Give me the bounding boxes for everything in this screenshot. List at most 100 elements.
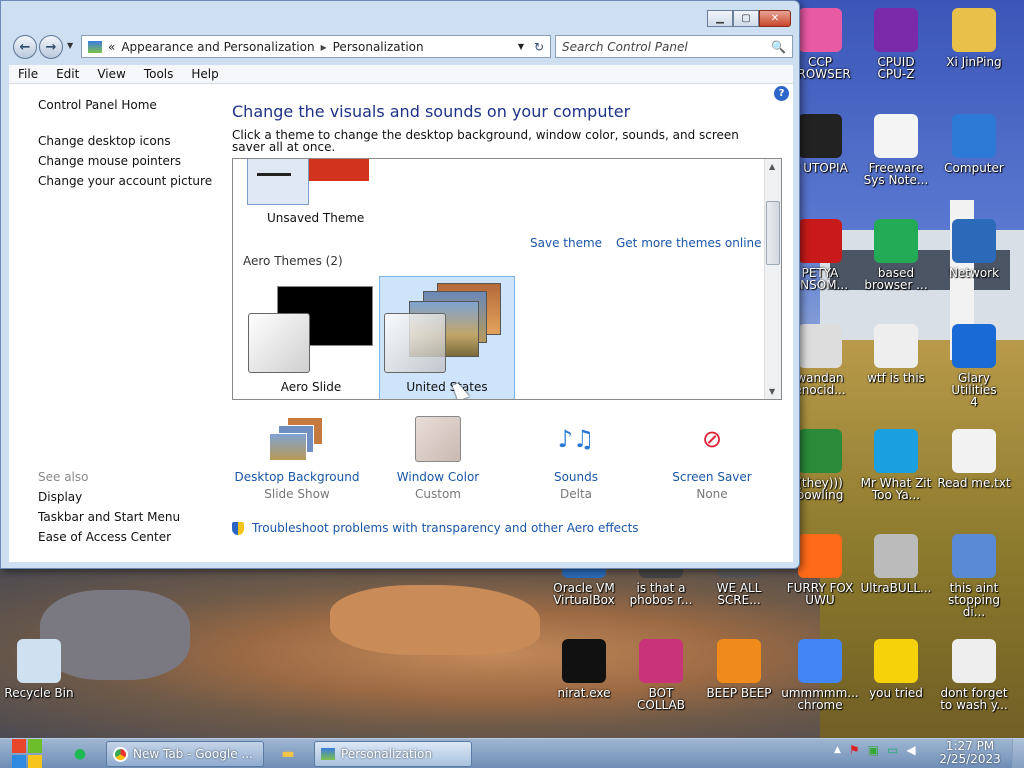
desktop-icon[interactable]: Network [935,219,1013,279]
recent-pages-dropdown-icon[interactable]: ▼ [67,41,73,50]
page-title: Change the visuals and sounds on your co… [232,102,631,121]
disc-icon [874,534,918,578]
change-desktop-icons-link[interactable]: Change desktop icons [38,134,171,148]
monitor-tray-icon[interactable]: ▭ [887,743,898,757]
desktop-icon[interactable]: Xi JinPing [935,8,1013,68]
desktop-icon[interactable]: dont forget to wash y... [935,639,1013,711]
start-button[interactable] [10,739,44,768]
spotify-icon[interactable]: ● [68,743,92,765]
desktop-icon[interactable]: Mr What Zit Too Ya... [857,429,935,501]
search-icon[interactable]: 🔍 [771,40,786,54]
browser-icon [874,219,918,263]
scroll-up-icon[interactable]: ▲ [769,162,775,171]
shield-icon [232,521,244,535]
desktop-icon[interactable]: this aint stopping di... [935,534,1013,618]
taskbar-start-menu-link[interactable]: Taskbar and Start Menu [38,510,180,524]
wallpaper-rock [330,585,540,655]
show-hidden-icons-icon[interactable]: ▲ [834,745,841,755]
menu-tools[interactable]: Tools [135,67,183,81]
close-button[interactable]: ✕ [759,10,791,27]
network-tray-icon[interactable]: ▣ [868,743,879,757]
bowling-icon [798,429,842,473]
desktop-icon[interactable]: BEEP BEEP [700,639,778,699]
united-states-label[interactable]: United States [379,380,515,394]
maximize-button[interactable]: ▢ [733,10,759,27]
system-tray: ▲ ⚑ ▣ ▭ ◀ [834,743,916,757]
chrome-icon [113,746,128,762]
taskbar-personalization[interactable]: Personalization [314,741,472,767]
theme-list[interactable]: Unsaved Theme Save theme Get more themes… [232,158,782,400]
address-bar[interactable]: « Appearance and Personalization ▸ Perso… [81,35,551,58]
action-center-flag-icon[interactable]: ⚑ [849,743,860,757]
text-file-icon [952,429,996,473]
desktop-icon[interactable]: CPUID CPU-Z [857,8,935,80]
window-color-icon [410,414,466,464]
sounds-tile[interactable]: ♪♫ Sounds Delta [511,414,641,501]
screen-saver-tile[interactable]: ⊘ Screen Saver None [647,414,777,501]
desktop-icon[interactable]: ummmmm... chrome [781,639,859,711]
unsaved-theme-wallpaper [309,159,369,181]
desktop-icon[interactable]: based browser ... [857,219,935,291]
clock[interactable]: 1:27 PM 2/25/2023 [936,740,1004,766]
scroll-thumb[interactable] [766,201,780,265]
scroll-down-icon[interactable]: ▼ [769,387,775,396]
desktop-icon-label: ummmmm... chrome [781,686,859,712]
desktop-icon[interactable]: Glary Utilities 4 [935,324,1013,408]
troubleshoot-link[interactable]: Troubleshoot problems with transparency … [232,521,639,535]
menu-help[interactable]: Help [182,67,227,81]
desktop-icon-label: Xi JinPing [946,55,1002,69]
unsaved-theme-label[interactable]: Unsaved Theme [247,211,377,225]
desktop-icon[interactable]: Recycle Bin [0,639,78,699]
desktop-icon[interactable]: you tried [857,639,935,699]
aero-slide-thumbnail[interactable] [248,313,310,373]
theme-list-scrollbar[interactable]: ▲ ▼ [764,159,781,399]
main-pane: Change the visuals and sounds on your co… [232,84,792,562]
desktop-icon-label: CPUID CPU-Z [877,55,915,81]
desktop-icon-label: BEEP BEEP [706,686,772,700]
window-color-tile[interactable]: Window Color Custom [373,414,503,501]
computer-icon [952,114,996,158]
desktop-icon[interactable]: nirat.exe [545,639,623,699]
back-button[interactable]: ← [13,35,37,59]
address-dropdown-icon[interactable]: ▼ [518,42,524,51]
desktop-icon[interactable]: Freeware Sys Note... [857,114,935,186]
address-row: ← → ▼ « Appearance and Personalization ▸… [9,32,793,60]
desktop-icon-label: WE ALL SCRE... [716,581,762,607]
desktop-background-tile[interactable]: Desktop Background Slide Show [232,414,362,501]
file-explorer-icon[interactable]: ▬ [276,743,300,765]
breadcrumb-item[interactable]: Appearance and Personalization [121,40,314,54]
change-account-picture-link[interactable]: Change your account picture [38,174,212,188]
change-mouse-pointers-link[interactable]: Change mouse pointers [38,154,181,168]
desktop-icon-label: Oracle VM VirtualBox [553,581,615,607]
menu-edit[interactable]: Edit [47,67,88,81]
desktop-icon[interactable]: wtf is this [857,324,935,384]
control-panel-home-link[interactable]: Control Panel Home [38,98,157,112]
save-theme-link[interactable]: Save theme [530,236,602,250]
desktop-icon[interactable]: Computer [935,114,1013,174]
get-more-themes-link[interactable]: Get more themes online [616,236,762,250]
aero-themes-group-title: Aero Themes (2) [243,254,343,268]
recycle-bin-icon [17,639,61,683]
desktop-icon-label: Network [948,266,1000,280]
firefox-icon [798,534,842,578]
unsaved-theme-thumbnail[interactable] [247,159,309,205]
menu-file[interactable]: File [9,67,47,81]
display-link[interactable]: Display [38,490,82,504]
aero-slide-label[interactable]: Aero Slide [243,380,379,394]
volume-icon[interactable]: ◀ [906,743,915,757]
minimize-button[interactable]: ▁ [707,10,733,27]
desktop-icon-label: UltraBULL... [860,581,932,595]
refresh-icon[interactable]: ↻ [534,40,544,54]
forward-button[interactable]: → [39,35,63,59]
ease-of-access-link[interactable]: Ease of Access Center [38,530,171,544]
desktop-icon[interactable]: BOT COLLAB [622,639,700,711]
search-input[interactable]: Search Control Panel 🔍 [555,35,793,58]
desktop-icon[interactable]: Read me.txt [935,429,1013,489]
menu-view[interactable]: View [88,67,134,81]
breadcrumb-item[interactable]: Personalization [333,40,424,54]
taskbar-chrome[interactable]: New Tab - Google ... [106,741,264,767]
show-desktop-button[interactable] [1012,739,1024,768]
desktop-icon[interactable]: UltraBULL... [857,534,935,594]
breadcrumb-separator-icon[interactable]: ▸ [321,40,327,54]
title-bar[interactable]: ▁ ▢ ✕ [1,1,799,31]
